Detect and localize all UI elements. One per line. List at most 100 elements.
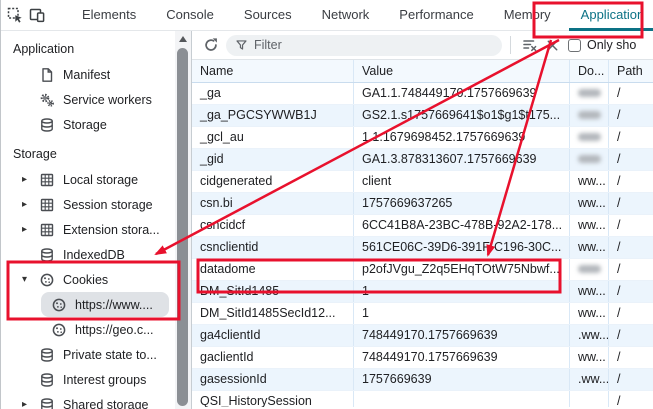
document-icon (39, 67, 55, 83)
cookie-domain-cell: ww... (570, 347, 609, 368)
cookie-path-cell: / (609, 105, 653, 126)
tab-application[interactable]: Application (566, 0, 653, 31)
cookie-name-cell: _gcl_au (192, 127, 354, 148)
cookie-domain-cell: ww... (570, 193, 609, 214)
cookie-value-cell: 748449170.1757669639 (354, 347, 570, 368)
database-icon (39, 372, 55, 388)
triangle-right-icon[interactable]: ▸ (17, 399, 39, 409)
sidebar-item-label: https://geo.c... (75, 323, 154, 337)
tab-sources[interactable]: Sources (229, 0, 307, 31)
blurred-domain (578, 133, 601, 141)
table-row[interactable]: QSI_HistorySession/ (192, 391, 653, 407)
filter-input[interactable] (254, 38, 493, 52)
cookie-name-cell: gasessionId (192, 369, 354, 390)
cookie-path-cell: / (609, 193, 653, 214)
scroll-up-icon[interactable] (179, 36, 187, 42)
cookie-value-cell: 748449170.1757669639 (354, 325, 570, 346)
main-split: ApplicationManifestService workersStorag… (1, 31, 653, 409)
sidebar-item-private-state-to[interactable]: Private state to... (1, 342, 175, 367)
cookie-value-cell: 6CC41B8A-23BC-478B-92A2-178... (354, 215, 570, 236)
table-row[interactable]: ga4clientId748449170.1757669639.ww.../ (192, 325, 653, 347)
triangle-right-icon[interactable]: ▸ (17, 199, 39, 210)
cookie-name-cell: DM_SitId1485 (192, 281, 354, 302)
sidebar-item-label: Service workers (63, 93, 152, 107)
sidebar-item-session-storage[interactable]: ▸ Session storage (1, 192, 175, 217)
sidebar-item-https-geo-c[interactable]: https://geo.c... (1, 317, 175, 342)
table-row[interactable]: csnclientid561CE06C-39D6-391F-C196-30C..… (192, 237, 653, 259)
sidebar-item-cookies[interactable]: ▾Cookies (1, 267, 175, 292)
triangle-down-icon[interactable]: ▾ (17, 274, 39, 285)
tab-strip: ElementsConsoleSourcesNetworkPerformance… (67, 0, 653, 31)
column-header-value[interactable]: Value (354, 60, 570, 82)
sidebar-scrollbar[interactable] (175, 31, 191, 409)
cookie-name-cell: _ga (192, 83, 354, 104)
cookie-value-cell: client (354, 171, 570, 192)
gears-icon (39, 92, 55, 108)
blurred-domain (578, 89, 601, 97)
sidebar-item-label: Private state to... (63, 348, 157, 362)
sidebar-item-extension-stora[interactable]: ▸ Extension stora... (1, 217, 175, 242)
inspect-element-icon[interactable] (7, 3, 23, 27)
column-header-path[interactable]: Path (609, 60, 653, 82)
cookie-value-cell: 1757669639 (354, 369, 570, 390)
cookie-domain-cell (570, 391, 609, 407)
sidebar-item-service-workers[interactable]: Service workers (1, 87, 175, 112)
sidebar-item-manifest[interactable]: Manifest (1, 62, 175, 87)
cookie-name-cell: ga4clientId (192, 325, 354, 346)
sidebar-item-shared-storage[interactable]: ▸Shared storage (1, 392, 175, 409)
table-row[interactable]: gasessionId1757669639.ww.../ (192, 369, 653, 391)
table-row[interactable]: cidgeneratedclientww.../ (192, 171, 653, 193)
scrollbar-thumb[interactable] (177, 48, 188, 406)
sidebar-item-interest-groups[interactable]: Interest groups (1, 367, 175, 392)
cookie-path-cell: / (609, 281, 653, 302)
tab-elements[interactable]: Elements (67, 0, 151, 31)
refresh-icon[interactable] (200, 34, 222, 56)
tab-performance[interactable]: Performance (384, 0, 488, 31)
table-row[interactable]: _gaGA1.1.748449170.1757669639/ (192, 83, 653, 105)
cookie-domain-cell: ww... (570, 237, 609, 258)
cookie-path-cell: / (609, 127, 653, 148)
tab-network[interactable]: Network (307, 0, 385, 31)
table-row[interactable]: csn.bi1757669637265ww.../ (192, 193, 653, 215)
table-row[interactable]: _gcl_au1.1.1679698452.1757669639/ (192, 127, 653, 149)
grid-icon (39, 172, 55, 188)
column-header-name[interactable]: Name (192, 60, 354, 82)
cookie-value-cell: GA1.1.748449170.1757669639 (354, 83, 570, 104)
triangle-right-icon[interactable]: ▸ (17, 174, 39, 185)
cookie-name-cell: _gid (192, 149, 354, 170)
devtools-tab-bar: ElementsConsoleSourcesNetworkPerformance… (1, 0, 653, 31)
cookie-value-cell: 1757669637265 (354, 193, 570, 214)
cookie-domain-cell (570, 127, 609, 148)
cookie-domain-cell (570, 105, 609, 126)
table-row[interactable]: DM_SitId14851ww.../ (192, 281, 653, 303)
cookies-toolbar: Only sho (192, 31, 653, 60)
sidebar-item-label: Local storage (63, 173, 138, 187)
sidebar-item-https-www[interactable]: https://www.... (41, 292, 169, 317)
cookie-domain-cell: ww... (570, 171, 609, 192)
triangle-right-icon[interactable]: ▸ (17, 224, 39, 235)
database-icon (39, 347, 55, 363)
table-row[interactable]: _gidGA1.3.878313607.1757669639/ (192, 149, 653, 171)
table-row[interactable]: gaclientId748449170.1757669639ww.../ (192, 347, 653, 369)
x-icon[interactable] (541, 34, 563, 56)
cookie-name-cell: gaclientId (192, 347, 354, 368)
table-row[interactable]: DM_SitId1485SecId12...1ww.../ (192, 303, 653, 325)
sidebar-item-indexeddb[interactable]: IndexedDB (1, 242, 175, 267)
only-show-issues-checkbox[interactable] (568, 39, 581, 52)
sidebar-item-label: Extension stora... (63, 223, 160, 237)
table-row[interactable]: _ga_PGCSYWWB1JGS2.1.s1757669641$o1$g1$t1… (192, 105, 653, 127)
sidebar-item-label: Session storage (63, 198, 153, 212)
clear-list-icon[interactable] (519, 34, 541, 56)
sidebar-item-storage[interactable]: Storage (1, 112, 175, 137)
sidebar-item-local-storage[interactable]: ▸ Local storage (1, 167, 175, 192)
cookie-domain-cell: ww... (570, 281, 609, 302)
device-toolbar-icon[interactable] (29, 3, 45, 27)
table-row[interactable]: csncidcf6CC41B8A-23BC-478B-92A2-178...ww… (192, 215, 653, 237)
funnel-icon (235, 38, 248, 52)
cookie-value-cell: p2ofJVgu_Z2q5EHqTOtW75Nbwf... (354, 259, 570, 280)
table-row[interactable]: datadomep2ofJVgu_Z2q5EHqTOtW75Nbwf.../ (192, 259, 653, 281)
cookie-path-cell: / (609, 347, 653, 368)
tab-console[interactable]: Console (151, 0, 229, 31)
tab-memory[interactable]: Memory (489, 0, 566, 31)
column-header-do[interactable]: Do... (570, 60, 609, 82)
